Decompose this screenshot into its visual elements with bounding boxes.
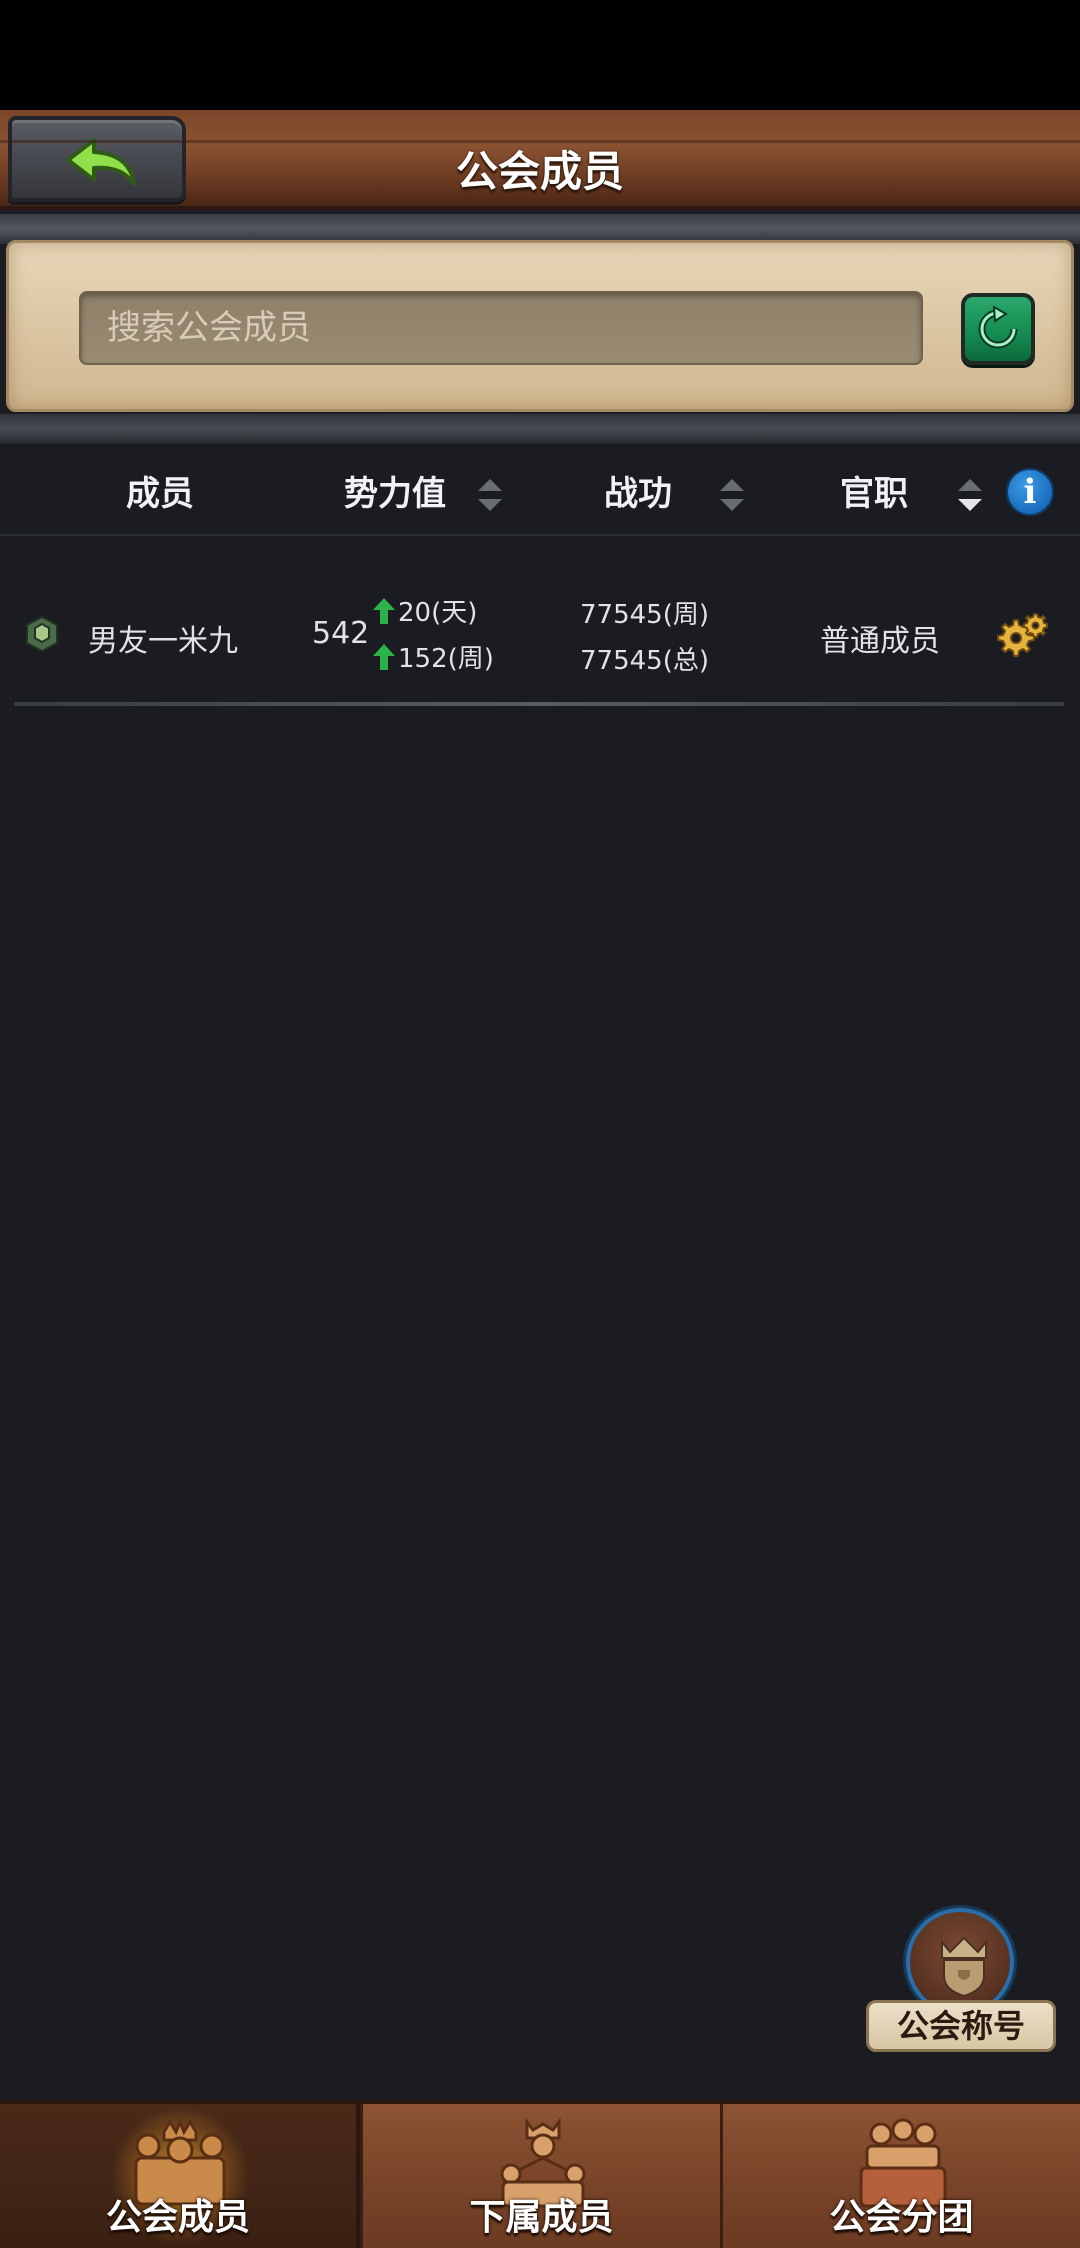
column-header-merit[interactable]: 战功 <box>604 466 672 522</box>
status-bar <box>0 0 1080 110</box>
tab-label: 下属成员 <box>469 2197 614 2238</box>
power-change-week: 152(周) <box>372 638 494 675</box>
sort-position-icon[interactable] <box>956 475 984 515</box>
table-row[interactable]: 男友一米九 542 20(天) 152(周) 77545(周) 77545(总)… <box>0 560 1080 708</box>
column-header-member: 成员 <box>126 474 194 514</box>
tab-label: 公会成员 <box>105 2197 250 2238</box>
info-icon[interactable]: i <box>1006 468 1054 516</box>
search-panel <box>6 240 1074 412</box>
crown-shield-icon <box>941 1936 987 1998</box>
merit-week: 77545(周) <box>580 600 709 630</box>
tab-guild-members[interactable]: 公会成员 <box>0 2104 360 2248</box>
tab-guild-groups[interactable]: 公会分团 <box>720 2104 1080 2248</box>
header-bar: 公会成员 <box>0 110 1080 210</box>
bottom-tab-bar: 公会成员 下属成员 公会分团 <box>0 2100 1080 2248</box>
tab-subordinate-members[interactable]: 下属成员 <box>360 2104 720 2248</box>
guild-title-label: 公会称号 <box>866 2000 1056 2052</box>
up-arrow-icon <box>373 597 395 624</box>
header-divider <box>0 534 1080 536</box>
sort-merit-icon[interactable] <box>718 475 746 515</box>
member-rank-icon <box>26 615 58 653</box>
member-name: 男友一米九 <box>88 624 238 659</box>
refresh-button[interactable] <box>961 293 1035 365</box>
row-divider <box>14 702 1064 706</box>
gear-icon[interactable] <box>994 610 1048 660</box>
guild-title-button[interactable]: 公会称号 <box>866 1908 1056 2058</box>
tab-label: 公会分团 <box>829 2197 974 2238</box>
power-change-day: 20(天) <box>372 592 477 629</box>
sort-power-icon[interactable] <box>476 475 504 515</box>
power-week-text: 152(周) <box>398 644 494 674</box>
merit-total: 77545(总) <box>580 646 709 676</box>
power-day-text: 20(天) <box>398 598 478 628</box>
refresh-icon <box>978 306 1018 349</box>
search-input[interactable] <box>81 293 921 363</box>
member-position: 普通成员 <box>820 624 940 659</box>
column-header-power[interactable]: 势力值 <box>344 466 446 522</box>
column-header-position[interactable]: 官职 <box>840 466 908 522</box>
bottom-rail <box>0 414 1080 444</box>
up-arrow-icon <box>373 643 395 670</box>
search-field[interactable] <box>79 291 923 365</box>
power-value: 542 <box>312 616 370 651</box>
page-title: 公会成员 <box>455 147 624 196</box>
